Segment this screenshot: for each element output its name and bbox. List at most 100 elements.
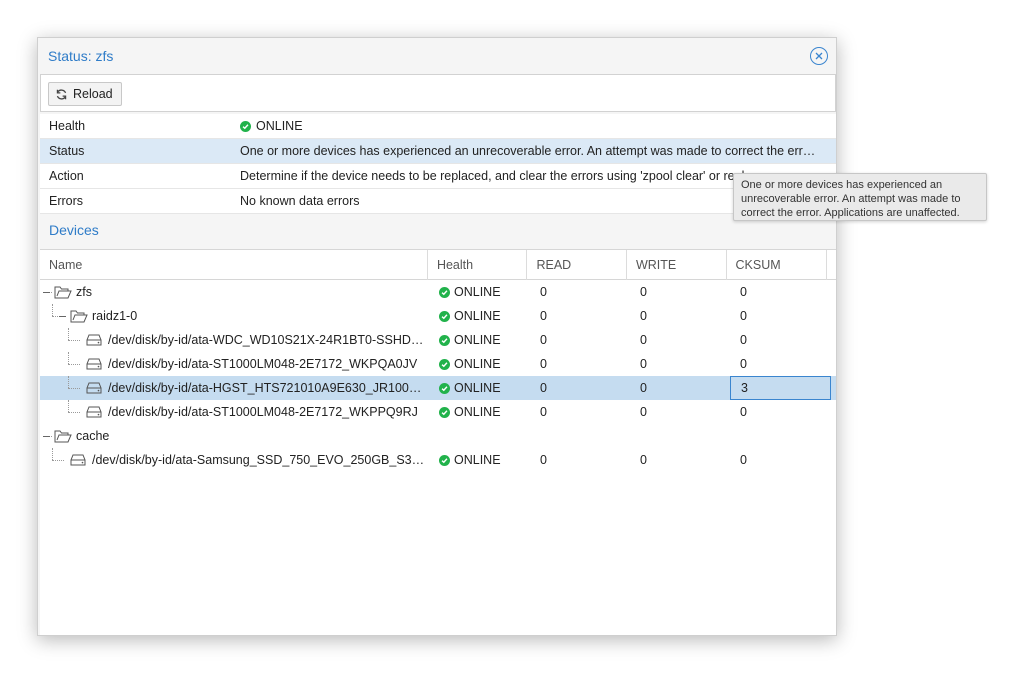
close-icon (815, 52, 823, 60)
column-header-write[interactable]: WRITE (627, 250, 727, 280)
column-header-read[interactable]: READ (527, 250, 627, 280)
info-value: One or more devices has experienced an u… (240, 144, 836, 158)
status-dialog: Status: zfs Reload Health ONLINE Status … (37, 37, 837, 636)
device-health-cell: ONLINE (430, 448, 530, 472)
device-name: raidz1-0 (92, 309, 138, 323)
hdd-icon (86, 358, 102, 370)
info-row-status[interactable]: Status One or more devices has experienc… (40, 139, 836, 164)
device-health: ONLINE (454, 357, 501, 371)
device-read-cell: 0 (540, 381, 547, 395)
device-write-cell: 0 (640, 309, 647, 323)
device-write-cell: 0 (640, 405, 647, 419)
collapse-toggle[interactable] (42, 288, 51, 297)
action-value: Determine if the device needs to be repl… (240, 169, 765, 183)
column-header-name[interactable]: Name (40, 250, 428, 280)
device-health: ONLINE (454, 405, 501, 419)
info-key: Health (49, 119, 86, 133)
folder-open-icon (54, 286, 72, 299)
status-info-table: Health ONLINE Status One or more devices… (40, 114, 836, 214)
device-name-cell: /dev/disk/by-id/ata-HGST_HTS721010A9E630… (40, 376, 430, 400)
device-write-cell: 0 (640, 333, 647, 347)
device-read-cell: 0 (540, 309, 547, 323)
toolbar: Reload (40, 74, 836, 112)
check-circle-icon (439, 334, 450, 346)
refresh-icon (56, 88, 67, 100)
device-read-cell: 0 (540, 453, 547, 467)
folder-open-icon (54, 430, 72, 443)
device-row[interactable]: /dev/disk/by-id/ata-WDC_WD10S21X-24R1BT0… (40, 328, 836, 352)
device-name: cache (76, 429, 110, 443)
device-health-cell: ONLINE (430, 328, 530, 352)
device-row[interactable]: raidz1-0 ONLINE 0 0 0 (40, 304, 836, 328)
check-circle-icon (240, 120, 251, 132)
device-row[interactable]: /dev/disk/by-id/ata-HGST_HTS721010A9E630… (40, 376, 836, 400)
device-cksum-cell: 0 (740, 357, 747, 371)
device-name-cell: /dev/disk/by-id/ata-WDC_WD10S21X-24R1BT0… (40, 328, 430, 352)
device-health: ONLINE (454, 453, 501, 467)
errors-value: No known data errors (240, 194, 360, 208)
reload-label: Reload (73, 87, 113, 101)
device-health: ONLINE (454, 333, 501, 347)
device-row[interactable]: /dev/disk/by-id/ata-ST1000LM048-2E7172_W… (40, 400, 836, 424)
device-name: /dev/disk/by-id/ata-Samsung_SSD_750_EVO_… (92, 453, 426, 467)
device-read-cell: 0 (540, 357, 547, 371)
grid-header: Name Health READ WRITE CKSUM (40, 250, 836, 280)
device-cksum-cell: 3 (730, 376, 831, 400)
hdd-icon (70, 454, 86, 466)
device-write-cell: 0 (640, 453, 647, 467)
device-health-cell: ONLINE (430, 376, 530, 400)
check-circle-icon (439, 454, 450, 466)
dialog-title: Status: zfs (48, 48, 114, 64)
device-name: /dev/disk/by-id/ata-ST1000LM048-2E7172_W… (108, 405, 418, 419)
info-key: Status (49, 144, 85, 158)
device-row[interactable]: cache (40, 424, 836, 448)
device-health-cell: ONLINE (430, 304, 530, 328)
column-header-cksum[interactable]: CKSUM (727, 250, 828, 280)
device-health-cell (430, 424, 530, 448)
device-cksum-cell: 0 (740, 285, 747, 299)
info-value: ONLINE (240, 119, 836, 133)
device-write-cell: 0 (640, 381, 647, 395)
devices-grid: Name Health READ WRITE CKSUM zfs ONLINE 0 0… (40, 249, 836, 635)
device-health: ONLINE (454, 381, 501, 395)
device-row[interactable]: /dev/disk/by-id/ata-Samsung_SSD_750_EVO_… (40, 448, 836, 472)
device-name-cell: /dev/disk/by-id/ata-ST1000LM048-2E7172_W… (40, 400, 430, 424)
device-cksum-cell: 0 (740, 453, 747, 467)
device-name: /dev/disk/by-id/ata-ST1000LM048-2E7172_W… (108, 357, 418, 371)
device-name: /dev/disk/by-id/ata-HGST_HTS721010A9E630… (108, 381, 426, 395)
check-circle-icon (439, 310, 450, 322)
device-name-cell: cache (40, 424, 430, 448)
hdd-icon (86, 382, 102, 394)
device-row[interactable]: zfs ONLINE 0 0 0 (40, 280, 836, 304)
device-name-cell: /dev/disk/by-id/ata-ST1000LM048-2E7172_W… (40, 352, 430, 376)
device-name: /dev/disk/by-id/ata-WDC_WD10S21X-24R1BT0… (108, 333, 426, 347)
info-row-health[interactable]: Health ONLINE (40, 114, 836, 139)
device-cksum-cell (730, 424, 831, 448)
info-key: Errors (49, 194, 84, 208)
device-read-cell: 0 (540, 333, 547, 347)
device-health-cell: ONLINE (430, 352, 530, 376)
info-row-errors[interactable]: Errors No known data errors (40, 189, 836, 214)
info-row-action[interactable]: Action Determine if the device needs to … (40, 164, 836, 189)
hdd-icon (86, 406, 102, 418)
dialog-titlebar: Status: zfs (38, 38, 836, 74)
device-cksum-cell: 0 (740, 333, 747, 347)
devices-section-title: Devices (49, 222, 99, 238)
device-row[interactable]: /dev/disk/by-id/ata-ST1000LM048-2E7172_W… (40, 352, 836, 376)
close-button[interactable] (810, 47, 828, 65)
device-write-cell: 0 (640, 285, 647, 299)
check-circle-icon (439, 382, 450, 394)
column-header-health[interactable]: Health (428, 250, 528, 280)
check-circle-icon (439, 286, 450, 298)
device-health-cell: ONLINE (430, 280, 530, 304)
device-health-cell: ONLINE (430, 400, 530, 424)
reload-button[interactable]: Reload (48, 82, 122, 106)
collapse-toggle[interactable] (42, 432, 51, 441)
device-name-cell: raidz1-0 (40, 304, 430, 328)
status-tooltip: One or more devices has experienced an u… (733, 173, 987, 221)
device-read-cell: 0 (540, 285, 547, 299)
collapse-toggle[interactable] (58, 312, 67, 321)
device-name: zfs (76, 285, 92, 299)
device-read-cell (530, 424, 630, 448)
status-value: One or more devices has experienced an u… (240, 144, 822, 158)
